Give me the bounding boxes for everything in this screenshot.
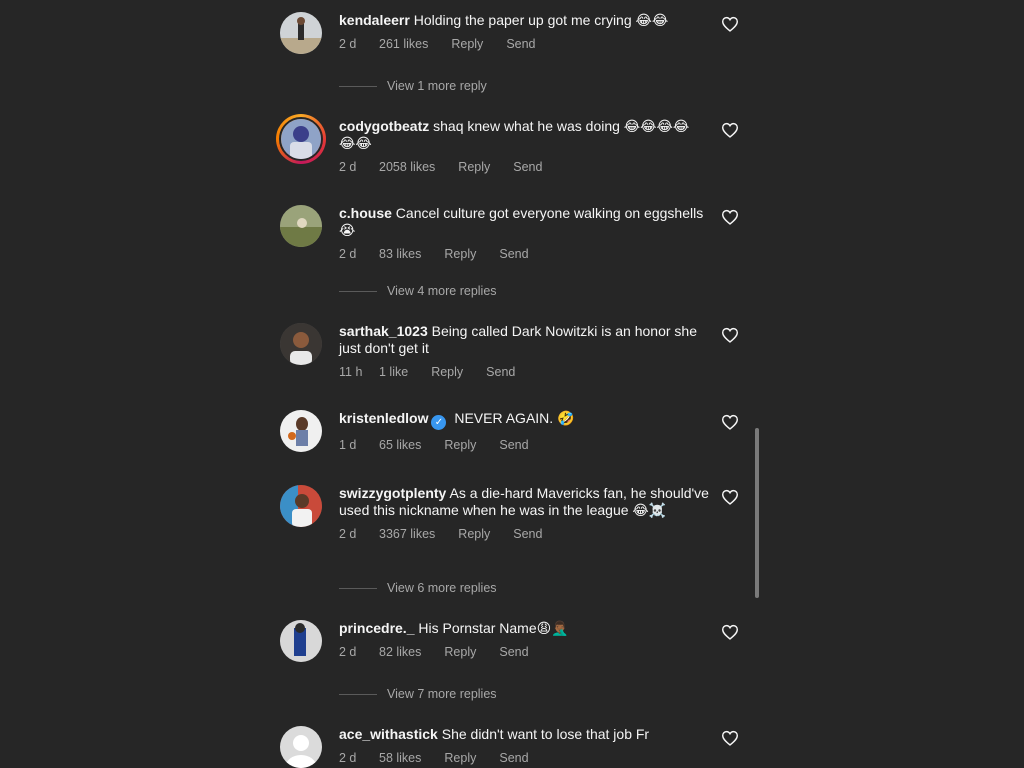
comment-username[interactable]: sarthak_1023 [339,323,428,339]
avatar-story-ring[interactable] [276,114,326,164]
comment-time: 2 d [339,527,357,541]
comment-likes[interactable]: 3367 likes [379,526,435,543]
comment-time: 1 d [339,438,357,452]
view-more-replies[interactable]: View 1 more reply [339,79,487,93]
reply-button[interactable]: Reply [444,437,476,454]
comment-likes[interactable]: 2058 likes [379,159,435,176]
comment-time: 11 h [339,365,363,379]
send-button[interactable]: Send [499,246,528,263]
comment-time: 2 d [339,247,357,261]
heart-outline-icon[interactable] [721,16,739,32]
comment-likes[interactable]: 83 likes [379,246,421,263]
comment-text: swizzygotplenty As a die-hard Mavericks … [339,485,709,519]
view-more-replies[interactable]: View 7 more replies [339,687,497,701]
heart-outline-icon[interactable] [721,209,739,225]
view-more-label: View 4 more replies [387,284,497,298]
heart-outline-icon[interactable] [721,489,739,505]
send-button[interactable]: Send [499,644,528,661]
comment-username[interactable]: c.house [339,205,392,221]
avatar[interactable] [280,410,322,452]
avatar[interactable] [280,12,322,54]
avatar[interactable] [280,205,322,247]
comment-likes[interactable]: 58 likes [379,750,421,767]
comment-text: princedre._ His Pornstar Name😩🤦🏾‍♂️ [339,620,709,637]
comment-likes[interactable]: 1 like [379,364,408,381]
verified-badge-icon: ✓ [431,415,447,430]
view-more-label: View 7 more replies [387,687,497,701]
comment-username[interactable]: ace_withastick [339,726,438,742]
comment-body: She didn't want to lose that job Fr [441,726,650,742]
heart-outline-icon[interactable] [721,414,739,430]
reply-button[interactable]: Reply [458,526,490,543]
send-button[interactable]: Send [499,750,528,767]
scrollbar[interactable] [755,428,759,598]
comment-text: sarthak_1023 Being called Dark Nowitzki … [339,323,709,357]
send-button[interactable]: Send [506,36,535,53]
comment-likes[interactable]: 82 likes [379,644,421,661]
comment-body: Holding the paper up got me crying 😂😂 [413,12,669,28]
send-button[interactable]: Send [499,437,528,454]
view-more-replies[interactable]: View 4 more replies [339,284,497,298]
heart-outline-icon[interactable] [721,327,739,343]
send-button[interactable]: Send [486,364,515,381]
avatar[interactable] [280,485,322,527]
send-button[interactable]: Send [513,526,542,543]
comment-body: His Pornstar Name😩🤦🏾‍♂️ [418,620,569,636]
comment-text: kristenledlow ✓ NEVER AGAIN. 🤣 [339,410,709,430]
comment-likes[interactable]: 261 likes [379,36,428,53]
avatar[interactable] [280,323,322,365]
comment-username[interactable]: kendaleerr [339,12,410,28]
comment-text: ace_withastick She didn't want to lose t… [339,726,709,743]
reply-button[interactable]: Reply [451,36,483,53]
comment-username[interactable]: swizzygotplenty [339,485,446,501]
comment-username[interactable]: kristenledlow [339,410,428,426]
comment-time: 2 d [339,37,357,51]
view-more-replies[interactable]: View 6 more replies [339,581,497,595]
reply-button[interactable]: Reply [444,750,476,767]
comment-text: codygotbeatz shaq knew what he was doing… [339,118,709,152]
comment-username[interactable]: codygotbeatz [339,118,429,134]
comment-time: 2 d [339,645,357,659]
comments-panel: kendaleerr Holding the paper up got me c… [0,0,1024,768]
comment-text: c.house Cancel culture got everyone walk… [339,205,709,239]
comment-time: 2 d [339,751,357,765]
reply-button[interactable]: Reply [458,159,490,176]
view-more-label: View 6 more replies [387,581,497,595]
heart-outline-icon[interactable] [721,730,739,746]
comment-text: kendaleerr Holding the paper up got me c… [339,12,709,29]
reply-button[interactable]: Reply [444,246,476,263]
reply-button[interactable]: Reply [444,644,476,661]
comment-body: NEVER AGAIN. 🤣 [454,410,575,426]
comment-username[interactable]: princedre._ [339,620,414,636]
avatar-default[interactable] [280,726,322,768]
avatar[interactable] [280,620,322,662]
reply-button[interactable]: Reply [431,364,463,381]
comment-likes[interactable]: 65 likes [379,437,421,454]
heart-outline-icon[interactable] [721,624,739,640]
heart-outline-icon[interactable] [721,122,739,138]
send-button[interactable]: Send [513,159,542,176]
comment-body: Cancel culture got everyone walking on e… [339,205,704,238]
comment-time: 2 d [339,160,357,174]
view-more-label: View 1 more reply [387,79,487,93]
